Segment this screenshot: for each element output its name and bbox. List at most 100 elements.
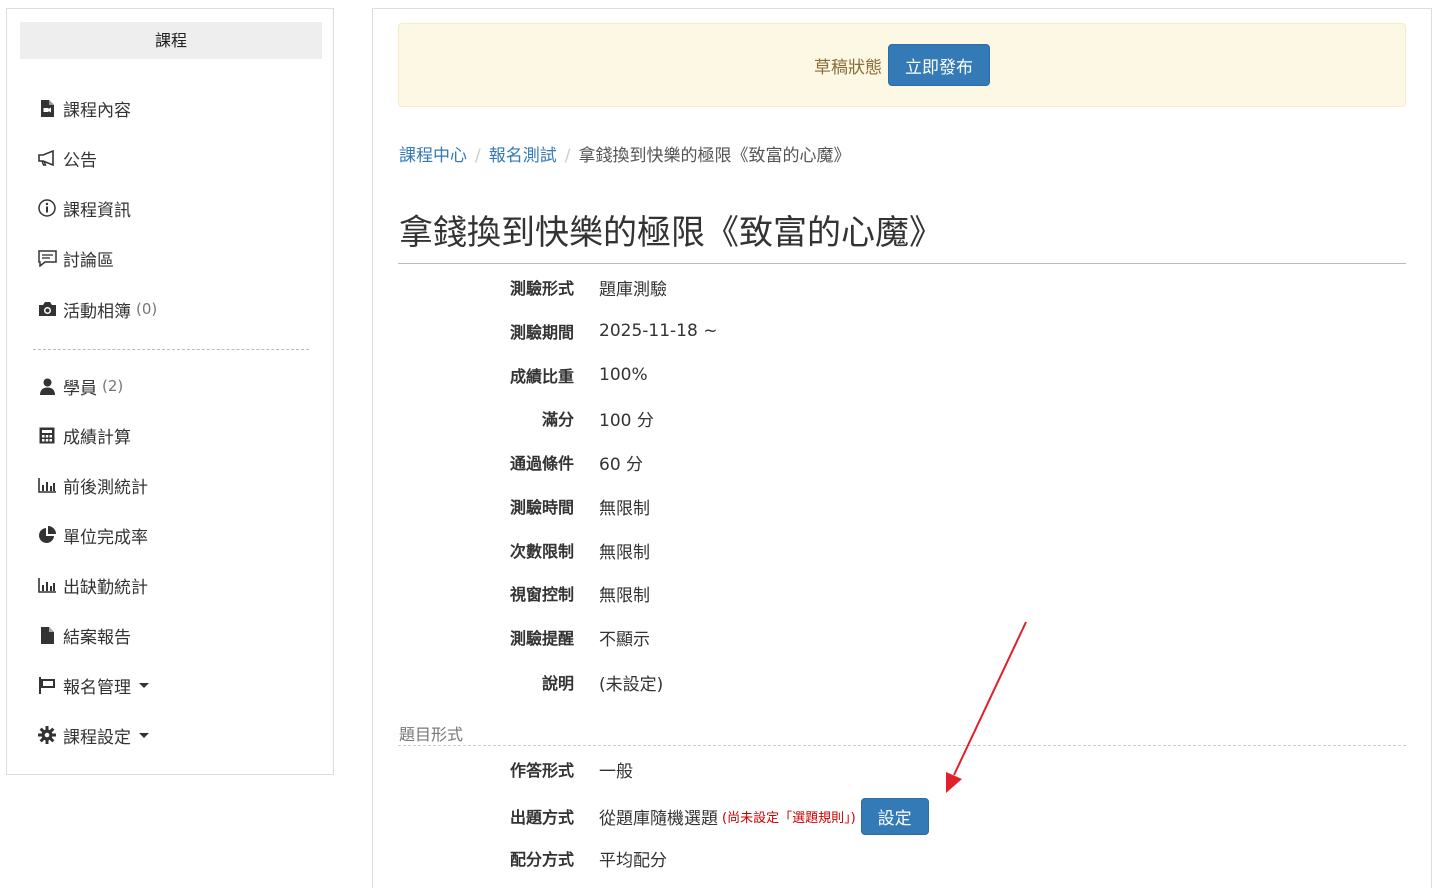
sidebar-item-unit-completion[interactable]: 單位完成率 — [37, 522, 148, 548]
detail-value: 平均配分 — [599, 850, 667, 871]
sidebar-item-album[interactable]: 活動相簿 (0) — [37, 296, 157, 322]
detail-value: 100 分 — [599, 410, 654, 431]
detail-label: 通過條件 — [509, 454, 574, 473]
sidebar-item-grade-calc[interactable]: 成績計算 — [37, 422, 131, 448]
detail-value: 無限制 — [599, 585, 650, 606]
detail-row: 說明 (未設定) — [399, 670, 1399, 695]
sidebar-item-course-info[interactable]: 課程資訊 — [37, 195, 131, 221]
detail-value: 60 分 — [599, 454, 644, 475]
course-sidebar: 課程 課程內容 公告 課程資訊 討論區 活動相簿 (0) 學員 (2) 成績計算… — [6, 8, 334, 775]
detail-row: 出題方式 從題庫隨機選題 (尚未設定「選題規則」) 設定 — [399, 797, 1399, 835]
sidebar-header: 課程 — [20, 22, 322, 59]
calculator-icon — [37, 425, 57, 445]
sidebar-item-label: 課程資訊 — [63, 200, 131, 221]
album-count-badge: (0) — [136, 300, 158, 318]
sidebar-item-label: 課程內容 — [63, 100, 131, 121]
sidebar-item-students[interactable]: 學員 (2) — [37, 373, 123, 399]
question-section-heading: 題目形式 — [399, 725, 464, 744]
detail-row: 視窗控制 無限制 — [399, 581, 1399, 606]
section-divider — [398, 745, 1406, 746]
detail-label: 滿分 — [541, 410, 574, 429]
sidebar-item-course-content[interactable]: 課程內容 — [37, 95, 131, 121]
detail-row: 成績比重 100% — [399, 363, 1399, 387]
breadcrumb-separator: / — [475, 146, 481, 166]
sidebar-item-announcement[interactable]: 公告 — [37, 145, 97, 171]
question-method-text: 從題庫隨機選題 — [599, 808, 718, 829]
breadcrumb-course-center[interactable]: 課程中心 — [399, 146, 467, 166]
main-content: 草稿狀態 立即發布 課程中心 / 報名測試 / 拿錢換到快樂的極限《致富的心魔》 拿錢換… — [372, 8, 1432, 888]
publish-button[interactable]: 立即發布 — [888, 44, 990, 86]
detail-label: 說明 — [541, 674, 574, 693]
detail-label: 成績比重 — [509, 367, 574, 386]
detail-row: 通過條件 60 分 — [399, 450, 1399, 475]
file-icon — [37, 625, 57, 645]
sidebar-item-label: 課程設定 — [63, 727, 131, 748]
breadcrumb-separator: / — [564, 146, 571, 166]
bar-chart-icon — [37, 575, 57, 595]
sidebar-item-label: 活動相簿 — [63, 301, 131, 322]
sidebar-item-registration-mgmt[interactable]: 報名管理 — [37, 672, 149, 698]
detail-label: 視窗控制 — [509, 585, 574, 604]
gear-icon — [37, 725, 57, 745]
flag-icon — [37, 675, 57, 695]
detail-row: 測驗提醒 不顯示 — [399, 625, 1399, 650]
detail-value: 2025-11-18 ~ — [599, 321, 718, 341]
detail-value: 從題庫隨機選題 (尚未設定「選題規則」) 設定 — [599, 797, 929, 835]
rule-warning-text: (尚未設定「選題規則」) — [722, 810, 856, 826]
sidebar-item-attendance-stats[interactable]: 出缺勤統計 — [37, 572, 148, 598]
detail-value: 100% — [599, 365, 648, 385]
detail-row: 次數限制 無限制 — [399, 538, 1399, 563]
detail-row: 作答形式 一般 — [399, 757, 1399, 782]
sidebar-item-discussion[interactable]: 討論區 — [37, 245, 114, 271]
detail-label: 測驗提醒 — [509, 629, 574, 648]
detail-value: 一般 — [599, 761, 633, 782]
sidebar-item-label: 單位完成率 — [63, 527, 148, 548]
sidebar-divider — [33, 349, 309, 350]
camera-icon — [37, 299, 57, 319]
draft-status-bar: 草稿狀態 立即發布 — [398, 23, 1406, 107]
detail-row: 測驗期間 2025-11-18 ~ — [399, 319, 1399, 343]
sidebar-item-label: 結案報告 — [63, 627, 131, 648]
sidebar-item-course-settings[interactable]: 課程設定 — [37, 722, 149, 748]
detail-row: 測驗時間 無限制 — [399, 494, 1399, 519]
detail-row: 滿分 100 分 — [399, 406, 1399, 431]
page-title: 拿錢換到快樂的極限《致富的心魔》 — [399, 213, 943, 253]
detail-label: 測驗時間 — [509, 498, 574, 517]
sidebar-item-label: 報名管理 — [63, 677, 131, 698]
detail-value: 不顯示 — [599, 629, 650, 650]
detail-row: 配分方式 平均配分 — [399, 846, 1399, 871]
bullhorn-icon — [37, 148, 57, 168]
bar-chart-icon — [37, 475, 57, 495]
sidebar-item-label: 前後測統計 — [63, 477, 148, 498]
info-circle-icon — [37, 198, 57, 218]
file-video-icon — [37, 98, 57, 118]
title-divider — [398, 263, 1406, 264]
pie-chart-icon — [37, 525, 57, 545]
detail-label: 作答形式 — [509, 761, 574, 780]
detail-value: 無限制 — [599, 498, 650, 519]
sidebar-item-label: 公告 — [63, 150, 97, 171]
breadcrumb: 課程中心 / 報名測試 / 拿錢換到快樂的極限《致富的心魔》 — [399, 141, 850, 166]
breadcrumb-current: 拿錢換到快樂的極限《致富的心魔》 — [578, 146, 851, 166]
breadcrumb-registration-test[interactable]: 報名測試 — [489, 146, 557, 166]
sidebar-item-pre-post-stats[interactable]: 前後測統計 — [37, 472, 148, 498]
sidebar-item-label: 學員 — [63, 378, 97, 399]
detail-label: 測驗期間 — [509, 323, 574, 342]
draft-status-text: 草稿狀態 — [814, 57, 882, 78]
comment-icon — [37, 248, 57, 268]
detail-label: 測驗形式 — [509, 279, 574, 298]
detail-value: 題庫測驗 — [599, 279, 667, 300]
sidebar-item-label: 成績計算 — [63, 427, 131, 448]
detail-value: 無限制 — [599, 542, 650, 563]
user-icon — [37, 376, 57, 396]
chevron-down-icon — [139, 732, 149, 738]
detail-label: 配分方式 — [509, 850, 574, 869]
set-rules-button[interactable]: 設定 — [860, 797, 929, 835]
detail-value: (未設定) — [599, 674, 664, 695]
sidebar-item-final-report[interactable]: 結案報告 — [37, 622, 131, 648]
students-count-badge: (2) — [102, 377, 124, 395]
detail-label: 出題方式 — [509, 808, 574, 827]
detail-label: 次數限制 — [509, 542, 574, 561]
sidebar-item-label: 討論區 — [63, 250, 114, 271]
detail-row: 測驗形式 題庫測驗 — [399, 275, 1399, 300]
